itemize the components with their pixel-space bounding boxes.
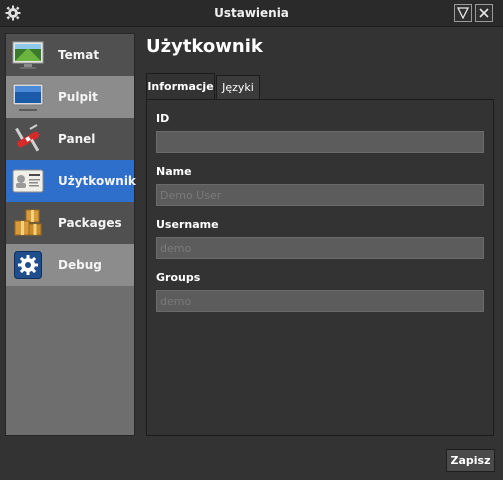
sidebar-item-pulpit[interactable]: Pulpit	[6, 76, 134, 118]
window-title: Ustawienia	[214, 6, 289, 20]
page-title: Użytkownik	[146, 36, 263, 57]
user-card-icon	[12, 165, 44, 197]
triangle-down-icon	[457, 7, 469, 19]
sidebar-item-label: Packages	[58, 216, 122, 230]
sidebar-item-label: Debug	[58, 258, 102, 272]
close-button[interactable]	[475, 4, 493, 22]
tab-informacje[interactable]: Informacje	[146, 73, 215, 100]
close-icon	[479, 8, 489, 18]
settings-sidebar: Temat Pulpit Panel Użytkownik Packages D…	[5, 33, 136, 436]
name-label: Name	[156, 165, 192, 178]
sidebar-item-uzytkownik[interactable]: Użytkownik	[6, 160, 136, 202]
monitor-icon	[12, 81, 44, 113]
minimize-button[interactable]	[454, 4, 472, 22]
sidebar-item-label: Temat	[58, 48, 100, 62]
tab-jezyki[interactable]: Języki	[216, 75, 260, 99]
username-label: Username	[156, 218, 219, 231]
sidebar-item-packages[interactable]: Packages	[6, 202, 134, 244]
sidebar-item-label: Użytkownik	[58, 174, 136, 188]
packages-icon	[12, 207, 44, 239]
theme-icon	[12, 39, 44, 71]
title-bar: Ustawienia	[0, 0, 503, 27]
sidebar-item-panel[interactable]: Panel	[6, 118, 134, 160]
groups-label: Groups	[156, 271, 201, 284]
groups-field[interactable]	[156, 290, 484, 312]
sidebar-item-label: Pulpit	[58, 90, 98, 104]
save-button[interactable]: Zapisz	[446, 449, 495, 472]
username-field[interactable]	[156, 237, 484, 259]
gear-icon	[12, 249, 44, 281]
user-info-panel: ID Name Username Groups	[146, 99, 494, 436]
sidebar-item-debug[interactable]: Debug	[6, 244, 134, 286]
id-label: ID	[156, 112, 170, 125]
swiss-knife-icon	[12, 123, 44, 155]
id-field[interactable]	[156, 131, 484, 153]
sidebar-item-label: Panel	[58, 132, 96, 146]
name-field[interactable]	[156, 184, 484, 206]
sidebar-item-temat[interactable]: Temat	[6, 34, 134, 76]
